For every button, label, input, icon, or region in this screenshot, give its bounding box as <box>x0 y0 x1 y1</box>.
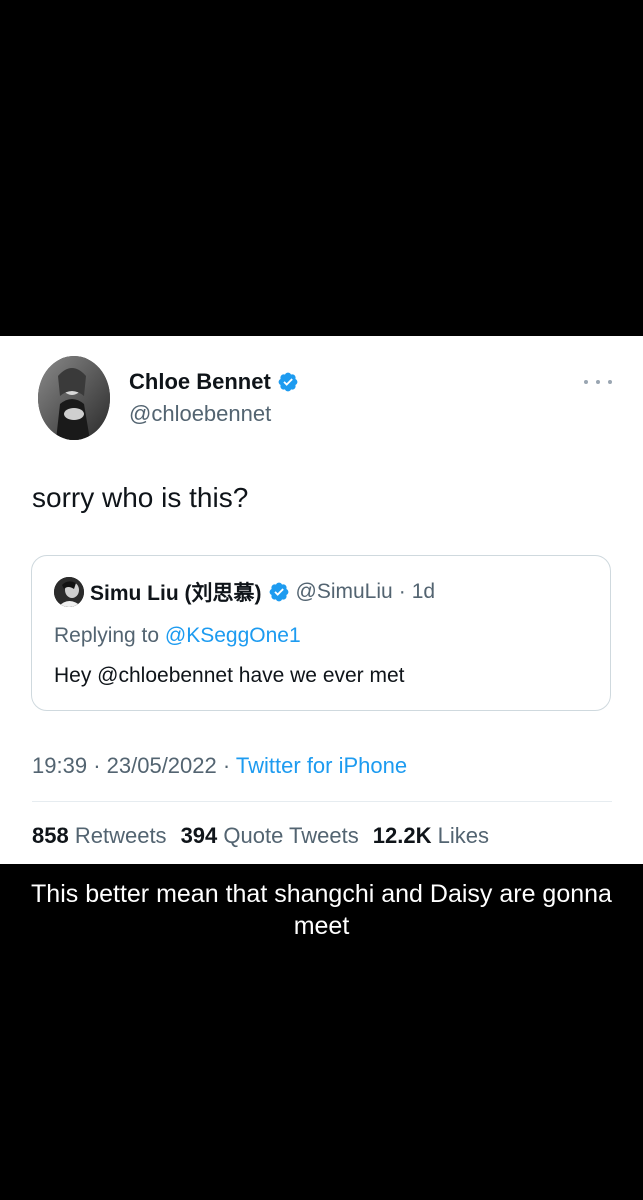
author-display-name[interactable]: Chloe Bennet <box>129 368 271 396</box>
avatar-photo <box>38 356 110 440</box>
quoted-tweet-header: Simu Liu (刘思慕) @SimuLiu · 1d <box>54 577 435 607</box>
verified-badge-icon <box>278 372 298 392</box>
dot <box>608 380 612 384</box>
avatar[interactable] <box>38 356 110 440</box>
replying-to-line: Replying to @KSeggOne1 <box>54 622 301 650</box>
quoted-tweet-card[interactable]: Simu Liu (刘思慕) @SimuLiu · 1d Replying to… <box>31 555 611 711</box>
quote-tweets-stat[interactable]: 394 Quote Tweets <box>181 822 359 850</box>
tweet-stats-row: 858 Retweets 394 Quote Tweets 12.2K Like… <box>32 822 503 850</box>
author-handle[interactable]: @chloebennet <box>129 400 271 428</box>
tweet-meta-row: 19:39 · 23/05/2022 · Twitter for iPhone <box>32 752 407 780</box>
quoted-tweet-text: Hey @chloebennet have we ever met <box>54 664 405 687</box>
quoted-tweet-age[interactable]: 1d <box>412 580 435 604</box>
quoted-avatar-photo <box>54 577 84 607</box>
replying-to-mention-link[interactable]: @KSeggOne1 <box>165 624 301 647</box>
verified-badge-icon <box>269 582 288 602</box>
quote-tweets-label: Quote Tweets <box>223 823 359 848</box>
retweets-label: Retweets <box>74 823 167 848</box>
separator: · <box>398 580 406 603</box>
likes-label: Likes <box>437 823 489 848</box>
quoted-author-handle[interactable]: @SimuLiu <box>296 580 393 604</box>
story-caption: This better mean that shangchi and Daisy… <box>31 880 612 940</box>
replying-to-label: Replying to <box>54 624 160 647</box>
dot <box>584 380 588 384</box>
divider <box>32 801 612 802</box>
author-name-row: Chloe Bennet <box>129 368 299 396</box>
separator: · <box>93 753 101 778</box>
retweets-count: 858 <box>32 823 69 848</box>
tweet-time[interactable]: 19:39 <box>32 753 87 778</box>
dot <box>596 380 600 384</box>
tweet-date[interactable]: 23/05/2022 <box>107 753 217 778</box>
likes-count: 12.2K <box>372 823 432 848</box>
quoted-avatar[interactable] <box>54 577 84 607</box>
more-options-icon[interactable] <box>584 370 612 394</box>
quote-tweets-count: 394 <box>180 823 218 848</box>
quoted-author-name[interactable]: Simu Liu (刘思慕) <box>90 577 262 607</box>
likes-stat[interactable]: 12.2K Likes <box>373 822 489 850</box>
tweet-text: sorry who is this? <box>32 482 249 513</box>
separator: · <box>222 753 231 778</box>
retweets-stat[interactable]: 858 Retweets <box>32 822 167 850</box>
tweet-source-link[interactable]: Twitter for iPhone <box>236 753 407 778</box>
